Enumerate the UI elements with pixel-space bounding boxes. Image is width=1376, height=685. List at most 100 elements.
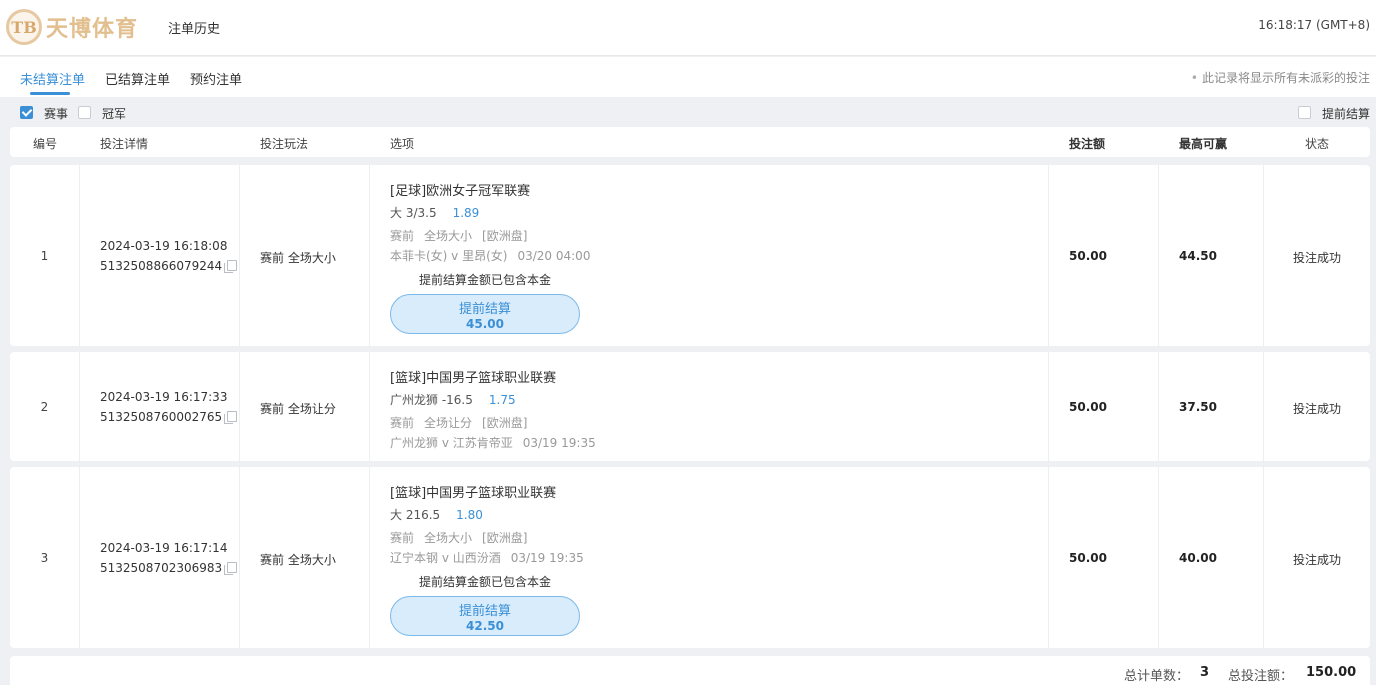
column-divider [1158, 352, 1159, 461]
match-teams: 辽宁本钢 v 山西汾酒 [390, 551, 501, 565]
col-max-win: 最高可赢 [1179, 137, 1228, 151]
match-teams: 广州龙狮 v 江苏肯帝亚 [390, 436, 513, 450]
match-info: 广州龙狮 v 江苏肯帝亚 03/19 19:35 [390, 434, 606, 451]
column-divider [79, 165, 80, 346]
early-settle-checkbox-label[interactable]: 提前结算 [1322, 105, 1370, 122]
bet-id: 5132508760002765 [100, 410, 223, 424]
champion-checkbox-label[interactable]: 冠军 [102, 105, 126, 122]
settle-note: 提前结算金额已包含本金 [419, 273, 552, 287]
league-name: [篮球]中国男子篮球职业联赛 [390, 486, 557, 501]
event-checkbox[interactable] [20, 106, 33, 119]
column-divider [1048, 352, 1049, 461]
bet-max-win: 37.50 [1179, 400, 1217, 414]
bet-stake: 50.00 [1069, 249, 1107, 263]
top-header: TB 天博体育 注单历史 16:18:17 (GMT+8) [0, 0, 1376, 56]
bet-number: 2 [40, 400, 49, 414]
column-divider [1158, 165, 1159, 346]
match-info: 本菲卡(女) v 里昂(女) 03/20 04:00 [390, 247, 600, 264]
bet-time: 2024-03-19 16:18:08 [100, 239, 228, 253]
bet-play-type: 赛前 全场让分 [260, 402, 336, 416]
meta-market: 全场让分 [424, 416, 473, 430]
league-name: [足球]欧洲女子冠军联赛 [390, 184, 531, 199]
col-detail: 投注详情 [100, 137, 149, 151]
col-num: 编号 [33, 137, 58, 151]
bet-id-wrap: 5132508866079244 [100, 259, 238, 273]
bet-max-win: 44.50 [1179, 249, 1217, 263]
bet-pick-wrap: 大 3/3.5 1.89 [390, 204, 479, 221]
bet-id-wrap: 5132508760002765 [100, 410, 238, 424]
meta-market: 全场大小 [424, 531, 473, 545]
column-divider [239, 165, 240, 346]
table-row: 2 2024-03-19 16:17:33 5132508760002765 赛… [10, 352, 1370, 461]
summary-footer: 总计单数： 3 总投注额： 150.00 [10, 656, 1370, 685]
total-count-label: 总计单数： [1124, 669, 1190, 684]
filter-row: 赛事 冠军 提前结算 [0, 97, 1376, 127]
total-stake-value: 150.00 [1306, 665, 1357, 680]
tab-settled[interactable]: 已结算注单 [105, 69, 170, 88]
bet-pick-wrap: 广州龙狮 -16.5 1.75 [390, 391, 516, 408]
column-divider [79, 352, 80, 461]
bet-id: 5132508866079244 [100, 259, 223, 273]
bet-id: 5132508702306983 [100, 561, 223, 575]
tab-note: 此记录将显示所有未派彩的投注 [1191, 69, 1370, 86]
early-settle-checkbox[interactable] [1298, 106, 1311, 119]
active-tab-indicator [30, 92, 70, 95]
logo-text: 天博体育 [46, 17, 139, 42]
match-time: 03/19 19:35 [510, 551, 584, 565]
bet-meta: 赛前 全场让分 [欧洲盘] [390, 414, 537, 431]
column-divider [239, 467, 240, 648]
column-divider [369, 467, 370, 648]
tab-unsettled[interactable]: 未结算注单 [20, 69, 85, 88]
bet-odds: 1.80 [456, 508, 483, 522]
bet-pick: 广州龙狮 -16.5 [390, 393, 473, 407]
column-divider [1158, 467, 1159, 648]
column-divider [369, 165, 370, 346]
bet-meta: 赛前 全场大小 [欧洲盘] [390, 227, 537, 244]
bet-number: 3 [40, 551, 49, 565]
column-divider [239, 352, 240, 461]
bet-odds: 1.75 [488, 393, 516, 407]
table-row: 1 2024-03-19 16:18:08 5132508866079244 赛… [10, 165, 1370, 346]
settle-note: 提前结算金额已包含本金 [419, 575, 552, 589]
column-divider [369, 352, 370, 461]
brand-logo[interactable]: TB 天博体育 [6, 7, 138, 47]
early-settle-label: 提前结算 [458, 604, 511, 619]
col-stake: 投注额 [1069, 137, 1106, 151]
bet-meta: 赛前 全场大小 [欧洲盘] [390, 529, 537, 546]
logo-icon: TB [6, 9, 42, 45]
match-info: 辽宁本钢 v 山西汾酒 03/19 19:35 [390, 549, 594, 566]
total-count-value: 3 [1200, 665, 1210, 680]
bet-status: 投注成功 [1292, 553, 1341, 567]
event-checkbox-label[interactable]: 赛事 [44, 105, 68, 122]
match-time: 03/20 04:00 [517, 249, 591, 263]
tab-reserved[interactable]: 预约注单 [190, 69, 242, 88]
copy-icon[interactable] [224, 411, 238, 424]
bet-number: 1 [40, 249, 49, 263]
tab-bar: 未结算注单 已结算注单 预约注单 此记录将显示所有未派彩的投注 [0, 57, 1376, 97]
col-option: 选项 [390, 137, 415, 151]
bet-odds: 1.89 [452, 206, 480, 220]
copy-icon[interactable] [224, 562, 238, 575]
total-stake-label: 总投注额： [1228, 669, 1294, 684]
copy-icon[interactable] [224, 260, 238, 273]
league-name: [篮球]中国男子篮球职业联赛 [390, 371, 557, 386]
meta-stage: 赛前 [390, 416, 415, 430]
bet-status: 投注成功 [1292, 251, 1341, 265]
column-divider [1048, 467, 1049, 648]
early-settle-button[interactable]: 提前结算 45.00 [390, 294, 580, 334]
early-settle-amount: 42.50 [466, 619, 504, 633]
table-header: 编号 投注详情 投注玩法 选项 投注额 最高可赢 状态 [10, 127, 1370, 157]
bet-play-type: 赛前 全场大小 [260, 251, 336, 265]
bet-status: 投注成功 [1292, 402, 1341, 416]
bet-time: 2024-03-19 16:17:33 [100, 390, 228, 404]
early-settle-button[interactable]: 提前结算 42.50 [390, 596, 580, 636]
column-divider [1048, 165, 1049, 346]
col-play: 投注玩法 [260, 137, 309, 151]
champion-checkbox[interactable] [78, 106, 91, 119]
meta-odds-type: [欧洲盘] [482, 416, 528, 430]
match-teams: 本菲卡(女) v 里昂(女) [390, 249, 508, 263]
bet-pick-wrap: 大 216.5 1.80 [390, 506, 483, 523]
bet-pick: 大 3/3.5 [390, 206, 437, 220]
page-title: 注单历史 [168, 22, 221, 37]
col-status: 状态 [1305, 137, 1330, 151]
